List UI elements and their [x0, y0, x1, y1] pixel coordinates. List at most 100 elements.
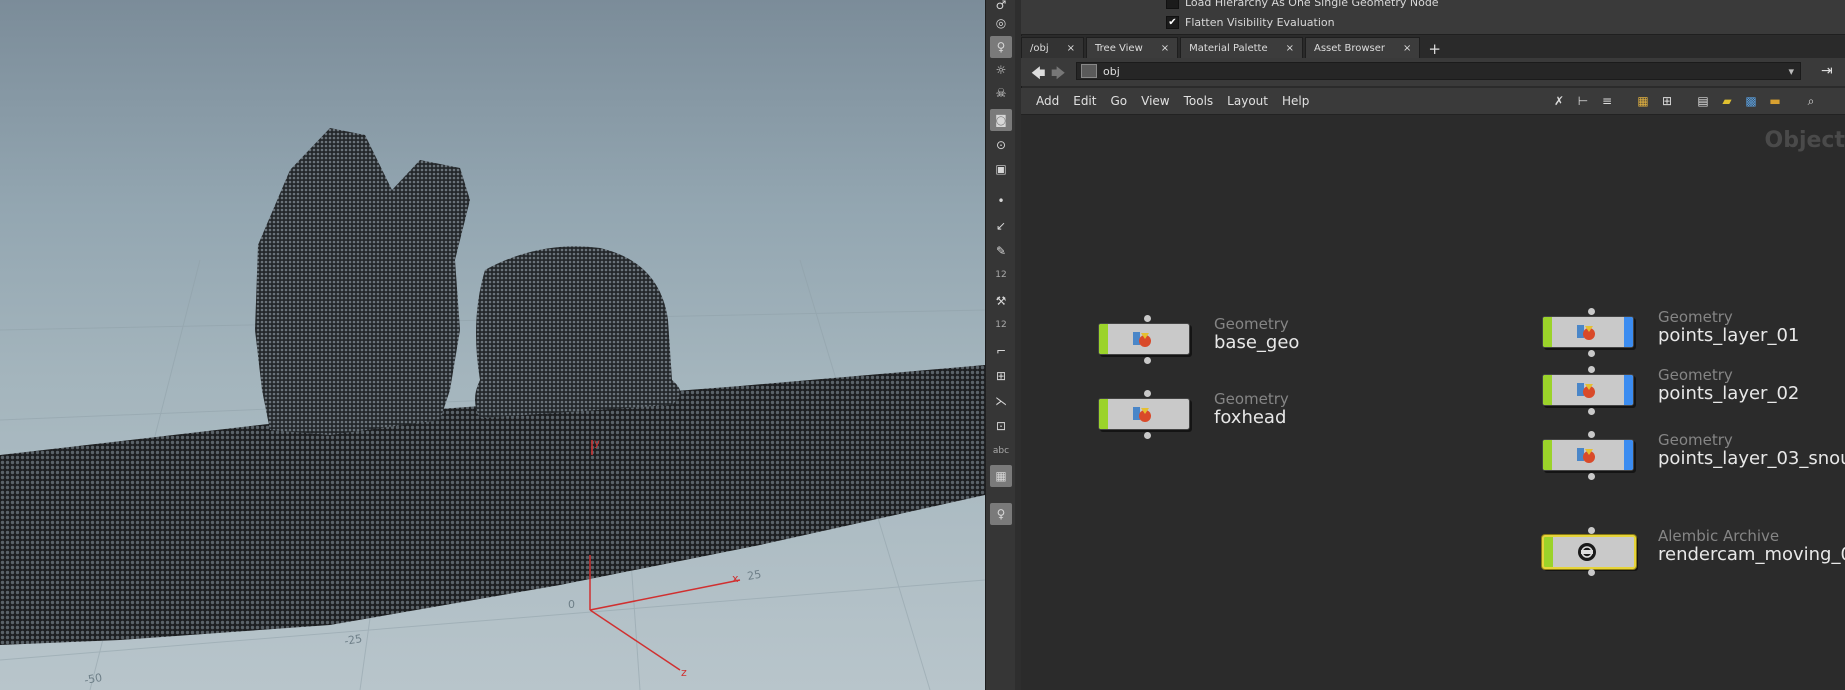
grid-label-neg50: -50	[83, 671, 103, 687]
close-icon[interactable]: ×	[1161, 43, 1169, 54]
close-icon[interactable]: ×	[1067, 43, 1075, 54]
template-flag[interactable]	[1544, 537, 1553, 567]
network-editor[interactable]: Object Geometry base_geo Geometry foxhea…	[1021, 115, 1845, 690]
layout-icon[interactable]: ▤	[1695, 93, 1711, 109]
node-type-label: Alembic Archive	[1658, 527, 1780, 545]
image-icon[interactable]: ▩	[1743, 93, 1759, 109]
grid-color-icon[interactable]: ▦	[1635, 93, 1651, 109]
network-icon	[1081, 64, 1097, 78]
handle-icon[interactable]: ⋋	[990, 390, 1012, 412]
output-connector[interactable]	[1144, 357, 1151, 364]
display-flag[interactable]	[1624, 440, 1633, 470]
close-icon[interactable]: ×	[1286, 43, 1294, 54]
view-icon[interactable]: ◎	[990, 12, 1012, 34]
geometry-node-icon	[1133, 407, 1151, 422]
geometry-node-icon	[1577, 448, 1595, 463]
node-tile[interactable]	[1542, 439, 1634, 471]
forward-arrow-icon[interactable]: 🡆	[1051, 63, 1065, 87]
back-arrow-icon[interactable]: 🡄	[1031, 63, 1045, 87]
lamp-icon[interactable]: ♀	[990, 503, 1012, 525]
menu-view[interactable]: View	[1134, 94, 1176, 108]
node-name-label[interactable]: points_layer_02	[1658, 383, 1799, 404]
text-icon[interactable]: abc	[990, 440, 1012, 462]
node-name-label[interactable]: points_layer_01	[1658, 325, 1799, 346]
menu-tools[interactable]: Tools	[1177, 94, 1221, 108]
menu-help[interactable]: Help	[1275, 94, 1316, 108]
point-count-icon[interactable]: 12	[990, 264, 1012, 286]
input-connector[interactable]	[1588, 431, 1595, 438]
node-tile[interactable]	[1542, 374, 1634, 406]
node-name-label[interactable]: rendercam_moving_001	[1658, 544, 1845, 565]
geometry-node-icon	[1577, 325, 1595, 340]
snapshot-icon[interactable]: ▣	[990, 158, 1012, 180]
template-flag[interactable]	[1099, 324, 1108, 354]
param-flatten-visibility[interactable]: ✔ Flatten Visibility Evaluation	[1166, 16, 1335, 29]
point-icon[interactable]: •	[990, 190, 1012, 212]
node-name-label[interactable]: foxhead	[1214, 407, 1286, 428]
light-icon[interactable]: ☼	[990, 59, 1012, 81]
close-icon[interactable]: ×	[1403, 43, 1411, 54]
display-flag[interactable]	[1624, 317, 1633, 347]
param-load-hierarchy[interactable]: Load Hierarchy As One Single Geometry No…	[1166, 0, 1439, 9]
chevron-down-icon[interactable]: ▾	[1788, 65, 1794, 78]
node-name-label[interactable]: points_layer_03_snout	[1658, 448, 1845, 469]
stop-icon[interactable]: ⊡	[990, 415, 1012, 437]
node-name-label[interactable]: base_geo	[1214, 332, 1299, 353]
menu-go[interactable]: Go	[1103, 94, 1134, 108]
menu-edit[interactable]: Edit	[1066, 94, 1103, 108]
menu-add[interactable]: Add	[1029, 94, 1066, 108]
parameter-pane: Load Hierarchy As One Single Geometry No…	[1021, 0, 1845, 35]
list-icon[interactable]: ≡	[1599, 93, 1615, 109]
alembic-archive-icon	[1578, 543, 1596, 561]
tree-icon[interactable]: ⊢	[1575, 93, 1591, 109]
tab-obj[interactable]: /obj ×	[1021, 37, 1085, 58]
menu-layout[interactable]: Layout	[1220, 94, 1275, 108]
template-flag[interactable]	[1543, 375, 1552, 405]
visibility-icon[interactable]: ⊙	[990, 134, 1012, 156]
image-icon[interactable]: ▦	[990, 465, 1012, 487]
grid-icon[interactable]: ⊞	[1659, 93, 1675, 109]
skull-icon[interactable]: ☠	[990, 82, 1012, 104]
display-flag[interactable]	[1624, 375, 1633, 405]
network-path-field[interactable]: obj ▾	[1076, 62, 1801, 80]
paint-icon[interactable]: ⚒	[990, 290, 1012, 312]
search-icon[interactable]: ⌕	[1803, 93, 1819, 109]
camera-icon[interactable]: ◙	[990, 109, 1012, 131]
output-connector[interactable]	[1588, 408, 1595, 415]
template-flag[interactable]	[1543, 317, 1552, 347]
output-connector[interactable]	[1588, 350, 1595, 357]
tab-material-palette[interactable]: Material Palette ×	[1180, 37, 1303, 58]
input-connector[interactable]	[1588, 308, 1595, 315]
light-bulb-icon[interactable]: ♀	[990, 36, 1012, 58]
input-connector[interactable]	[1588, 527, 1595, 534]
flatten-visibility-checkbox[interactable]: ✔	[1166, 16, 1179, 29]
tab-tree-view[interactable]: Tree View ×	[1086, 37, 1179, 58]
output-connector[interactable]	[1588, 569, 1595, 576]
tab-asset-browser[interactable]: Asset Browser ×	[1304, 37, 1421, 58]
normal-icon[interactable]: ↙	[990, 215, 1012, 237]
node-tile[interactable]	[1098, 398, 1190, 430]
axis-label-x: x	[732, 572, 739, 585]
prim-count-icon[interactable]: 12	[990, 314, 1012, 336]
input-connector[interactable]	[1144, 390, 1151, 397]
input-connector[interactable]	[1144, 315, 1151, 322]
box-icon[interactable]: ▬	[1767, 93, 1783, 109]
input-connector[interactable]	[1588, 366, 1595, 373]
grid-label-25: 25	[746, 568, 762, 583]
sticky-note-icon[interactable]: ▰	[1719, 93, 1735, 109]
template-flag[interactable]	[1099, 399, 1108, 429]
brush-icon[interactable]: ✎	[990, 240, 1012, 262]
node-tile[interactable]	[1098, 323, 1190, 355]
add-tab-button[interactable]: +	[1422, 40, 1447, 58]
node-tile[interactable]	[1542, 316, 1634, 348]
pin-icon[interactable]: ⇥	[1821, 63, 1833, 79]
template-flag[interactable]	[1543, 440, 1552, 470]
load-hierarchy-checkbox[interactable]	[1166, 0, 1179, 9]
wrench-icon[interactable]: ✗	[1551, 93, 1567, 109]
scene-viewport[interactable]: x z y -50 -25 0 25	[0, 0, 985, 690]
output-connector[interactable]	[1144, 432, 1151, 439]
node-tile[interactable]	[1542, 535, 1636, 569]
output-connector[interactable]	[1588, 473, 1595, 480]
bounds-icon[interactable]: ⊞	[990, 365, 1012, 387]
corner-icon[interactable]: ⌐	[990, 340, 1012, 362]
